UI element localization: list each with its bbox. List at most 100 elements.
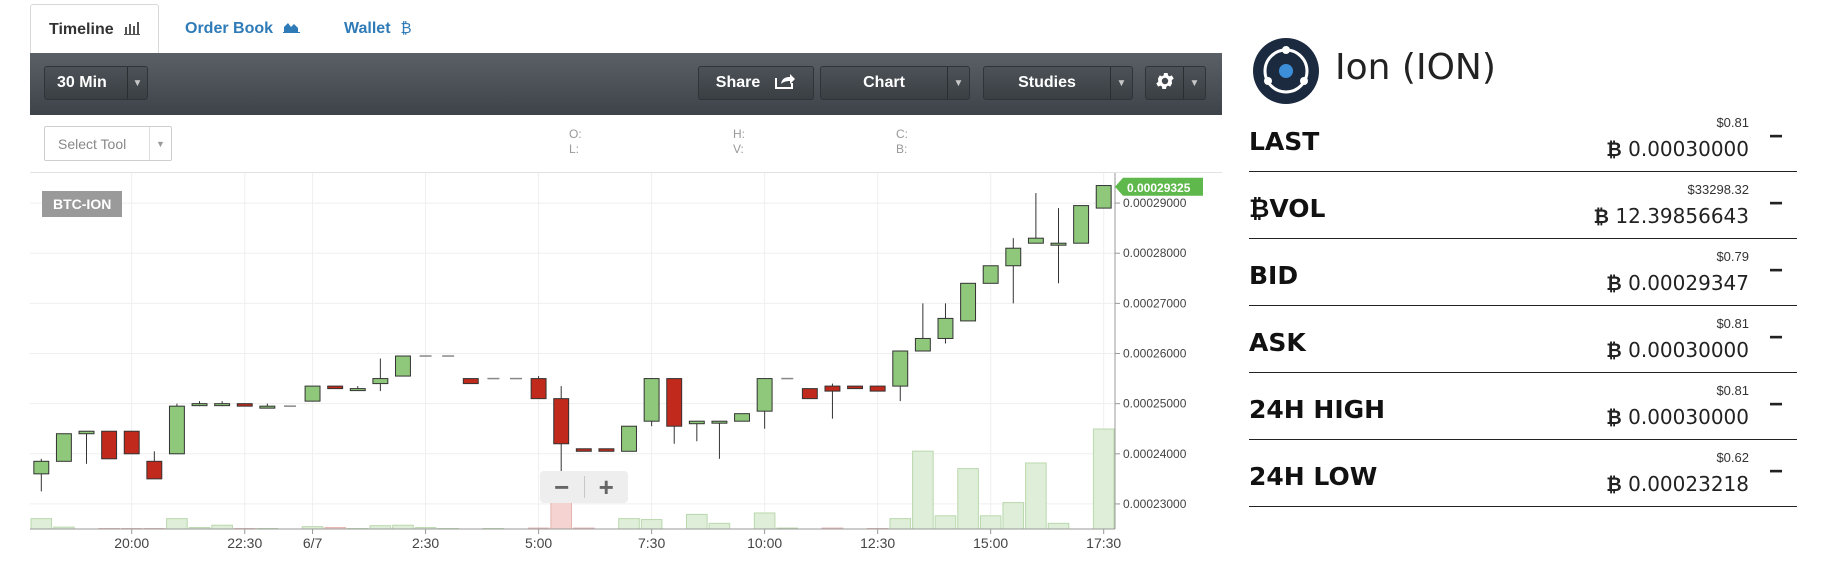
- tab-order-book[interactable]: Order Book: [167, 4, 318, 53]
- x-tick-label: 17:30: [1086, 535, 1121, 551]
- price-chart[interactable]: 0.00023000 0.00024000 0.00025000 0.00026000…: [30, 173, 1222, 560]
- stat-row-vol: ₿VOL $33298.32 ₿ 12.39856643−: [1249, 172, 1797, 239]
- candle-body: [168, 405, 185, 455]
- stat-btc-value: ₿ 0.00030000: [1606, 137, 1749, 162]
- zoom-in-button[interactable]: +: [585, 472, 629, 502]
- volume-label: V:: [733, 142, 744, 156]
- collapse-button[interactable]: −: [1769, 190, 1783, 218]
- x-tick-label: 22:30: [227, 535, 262, 551]
- volume-bar: [618, 518, 640, 530]
- bitcoin-icon: ₿: [1606, 474, 1622, 496]
- candle-body: [1050, 242, 1067, 246]
- y-tick-label: 0.00028000: [1123, 246, 1187, 260]
- y-tick-label: 0.00026000: [1123, 347, 1187, 361]
- candle-body: [1073, 205, 1090, 244]
- candle-body: [101, 430, 118, 460]
- candle-body: [349, 388, 366, 392]
- stat-row-last: LAST $0.81 ₿ 0.00030000−: [1249, 105, 1797, 172]
- candle-body: [236, 403, 253, 407]
- stat-row-bid: BID $0.79 ₿ 0.00029347−: [1249, 239, 1797, 306]
- stat-btc-value: ₿ 12.39856643: [1594, 204, 1749, 229]
- stat-usd-value: $33298.32: [1687, 182, 1749, 197]
- candle-body: [621, 425, 637, 452]
- tab-wallet[interactable]: Wallet ₿: [326, 4, 430, 53]
- candle-body: [78, 430, 95, 435]
- chevron-down-icon: ▼: [149, 127, 171, 160]
- candle-body: [914, 337, 931, 352]
- bitcoin-icon: ₿: [1606, 139, 1622, 161]
- stat-label: 24H LOW: [1249, 462, 1378, 491]
- x-tick-label: 2:30: [412, 535, 439, 551]
- studies-select[interactable]: Studies ▼: [983, 66, 1133, 100]
- ohlc-open-low: O: L:: [569, 127, 582, 157]
- candle-body: [259, 405, 276, 409]
- candle-body: [869, 385, 886, 392]
- candle-body: [395, 355, 411, 377]
- y-tick-label: 0.00029000: [1123, 196, 1187, 210]
- chart-label: Chart: [863, 74, 905, 91]
- candle-body: [937, 317, 954, 339]
- x-tick-label: 5:00: [525, 535, 552, 551]
- volume-bar: [1092, 428, 1115, 530]
- candle-body: [734, 413, 750, 422]
- candle-body: [892, 350, 909, 387]
- stat-btc-amount: 0.00030000: [1628, 338, 1749, 362]
- x-tick-label: 7:30: [638, 535, 665, 551]
- stat-row-24h-low: 24H LOW $0.62 ₿ 0.00023218−: [1249, 440, 1797, 507]
- market-title: Ion (ION): [1335, 47, 1496, 88]
- candle-body: [960, 282, 977, 322]
- interval-label: 30 Min: [57, 74, 107, 91]
- y-tick-label: 0.00023000: [1123, 497, 1187, 511]
- chevron-down-icon: ▼: [127, 67, 147, 99]
- chart-infobar: Select Tool ▼ O: L: H: V: C: B:: [30, 115, 1222, 173]
- tab-label: Order Book: [185, 19, 274, 37]
- select-tool-dropdown[interactable]: Select Tool ▼: [44, 126, 172, 161]
- settings-button[interactable]: ▼: [1145, 66, 1206, 100]
- bitcoin-icon: ₿: [400, 20, 412, 37]
- open-label: O:: [569, 127, 582, 141]
- stat-btc-amount: 12.39856643: [1615, 204, 1749, 228]
- tab-label: Wallet: [344, 19, 391, 37]
- volume-bar: [957, 468, 979, 530]
- stat-btc-value: ₿ 0.00030000: [1606, 405, 1749, 430]
- candle-body: [327, 385, 344, 390]
- volume-bar: [889, 518, 912, 530]
- collapse-button[interactable]: −: [1769, 123, 1783, 151]
- stat-usd-value: $0.62: [1716, 450, 1749, 465]
- chart-type-select[interactable]: Chart ▼: [820, 66, 970, 100]
- collapse-button[interactable]: −: [1769, 257, 1783, 285]
- bitcoin-icon: ₿: [1593, 206, 1610, 228]
- volume-bar: [753, 512, 776, 530]
- stat-usd-value: $0.81: [1716, 383, 1749, 398]
- tab-label: Timeline: [49, 20, 114, 38]
- collapse-button[interactable]: −: [1769, 458, 1783, 486]
- stat-btc-value: ₿ 0.00029347: [1606, 271, 1749, 296]
- candle-body: [530, 378, 547, 400]
- stat-row-ask: ASK $0.81 ₿ 0.00030000−: [1249, 306, 1797, 373]
- area-chart-icon: [283, 20, 301, 37]
- candle-body: [553, 398, 570, 445]
- y-tick-label: 0.00025000: [1123, 397, 1187, 411]
- zoom-out-button[interactable]: −: [540, 472, 584, 502]
- chart-toolbar: 30 Min ▼ Share Chart ▼ Studies ▼ ▼: [30, 53, 1222, 115]
- candle-body: [847, 385, 864, 390]
- ohlc-high-volume: H: V:: [733, 127, 745, 157]
- low-label: L:: [569, 142, 580, 156]
- bar-chart-icon: [123, 21, 140, 39]
- candle-body: [598, 448, 615, 452]
- interval-select[interactable]: 30 Min ▼: [44, 66, 148, 100]
- stat-btc-value: ₿ 0.00023218: [1606, 472, 1749, 497]
- collapse-button[interactable]: −: [1769, 391, 1783, 419]
- volume-bar: [979, 515, 1002, 530]
- volume-bar: [1025, 462, 1047, 530]
- stat-btc-value: ₿ 0.00030000: [1606, 338, 1749, 363]
- tab-timeline[interactable]: Timeline: [30, 4, 159, 54]
- candle-body: [982, 265, 999, 284]
- stat-label: LAST: [1249, 127, 1320, 156]
- bitcoin-icon: ₿: [1606, 273, 1622, 295]
- share-button[interactable]: Share: [698, 66, 814, 100]
- studies-label: Studies: [1018, 74, 1076, 91]
- collapse-button[interactable]: −: [1769, 324, 1783, 352]
- volume-bar: [708, 522, 731, 530]
- x-tick-label: 20:00: [114, 535, 149, 551]
